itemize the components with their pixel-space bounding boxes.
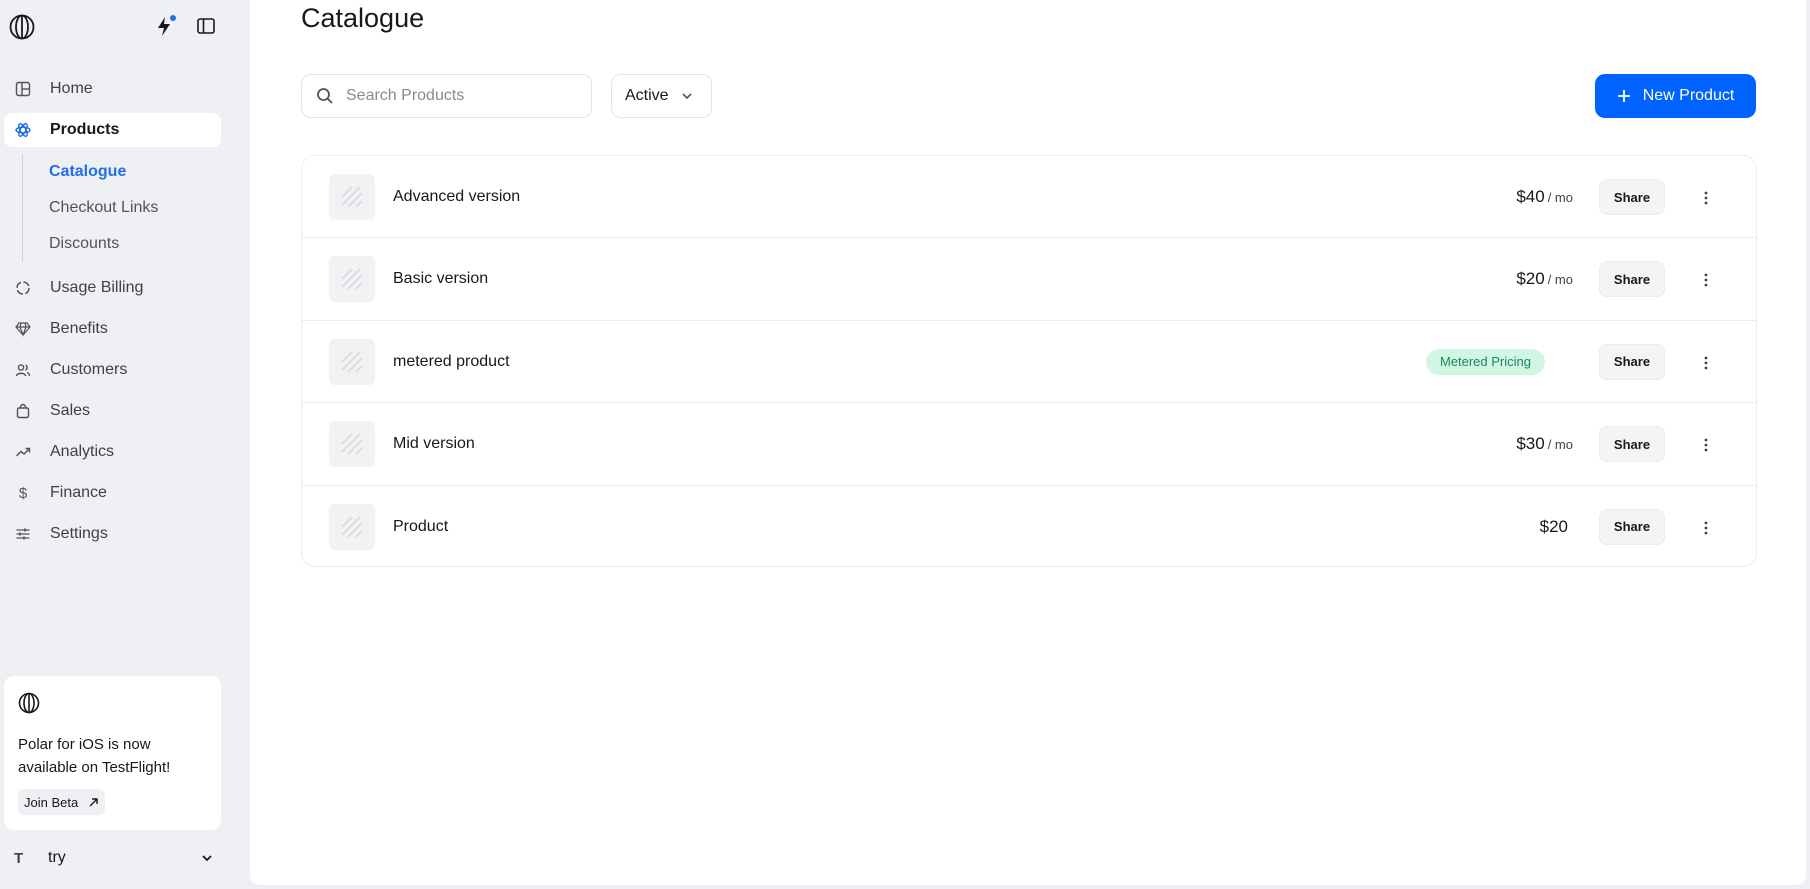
page-title: Catalogue — [301, 3, 425, 33]
promo-text: Polar for iOS is now available on TestFl… — [18, 736, 171, 776]
more-options-icon[interactable] — [1694, 351, 1718, 375]
sidebar-item-label: Settings — [50, 525, 108, 542]
product-row[interactable]: Advanced version $40/ mo Share — [302, 156, 1756, 239]
join-beta-button[interactable]: Join Beta — [18, 789, 106, 815]
metered-pricing-badge: Metered Pricing — [1425, 348, 1545, 375]
sidebar-item-label: Usage Billing — [50, 279, 144, 296]
status-filter-value: Active — [625, 87, 669, 104]
more-options-icon[interactable] — [1694, 186, 1718, 210]
price-period: / mo — [1547, 272, 1573, 288]
product-price: $20 — [1539, 486, 1568, 566]
sidebar-item-label: Customers — [50, 361, 128, 378]
account-avatar: T — [14, 849, 24, 867]
notification-dot — [170, 15, 176, 21]
search-icon — [317, 88, 333, 104]
sidebar-item-settings[interactable]: Settings — [4, 517, 221, 551]
account-switcher[interactable]: T try — [14, 846, 214, 870]
product-thumbnail-placeholder — [329, 256, 375, 303]
sidebar-item-label: Finance — [50, 484, 107, 501]
product-row[interactable]: Basic version $20/ mo Share — [302, 238, 1756, 321]
price-amount: $40 — [1516, 187, 1545, 206]
product-price: $30/ mo — [1516, 403, 1573, 485]
product-price: $20/ mo — [1516, 238, 1573, 320]
product-thumbnail-placeholder — [329, 503, 375, 550]
shopping-bag-icon — [14, 402, 32, 420]
sidebar-nav: Home Products Catalogue Checkout Links D… — [4, 72, 221, 558]
product-name[interactable]: Basic version — [393, 238, 488, 320]
polar-logo-icon[interactable] — [9, 14, 35, 40]
sidebar-item-analytics[interactable]: Analytics — [4, 435, 221, 469]
product-thumbnail-placeholder — [329, 338, 375, 385]
chevron-down-icon — [682, 93, 692, 100]
search-input[interactable] — [346, 87, 576, 105]
sliders-icon — [14, 525, 32, 543]
more-options-icon[interactable] — [1694, 268, 1718, 292]
sidebar-item-label: Benefits — [50, 320, 108, 337]
price-amount: $20 — [1516, 269, 1545, 289]
sidebar: Home Products Catalogue Checkout Links D… — [0, 0, 250, 889]
product-thumbnail-placeholder — [329, 174, 375, 220]
main-content: Catalogue Active New Product Advanced ve… — [250, 0, 1806, 885]
product-name[interactable]: metered product — [393, 321, 510, 403]
product-name[interactable]: Product — [393, 486, 448, 566]
price-period: / mo — [1547, 190, 1573, 205]
share-button[interactable]: Share — [1599, 508, 1665, 545]
sidebar-item-label: Products — [50, 121, 120, 138]
sidebar-toggle-icon[interactable] — [196, 16, 216, 36]
join-beta-label: Join Beta — [24, 794, 79, 810]
account-name: try — [48, 849, 66, 866]
subnav-item-checkout-links[interactable]: Checkout Links — [49, 190, 221, 226]
product-row[interactable]: Product $20 Share — [302, 486, 1756, 566]
sidebar-item-label: Analytics — [50, 443, 115, 460]
arrow-up-right-icon — [89, 797, 98, 806]
product-name[interactable]: Mid version — [393, 403, 475, 485]
polar-logo-icon — [18, 692, 40, 714]
price-amount: $30 — [1516, 434, 1545, 454]
more-options-icon[interactable] — [1694, 516, 1718, 540]
sidebar-item-usage-billing[interactable]: Usage Billing — [4, 271, 221, 305]
share-button[interactable]: Share — [1599, 343, 1665, 380]
users-icon — [14, 361, 32, 379]
share-button[interactable]: Share — [1599, 426, 1665, 463]
diamond-icon — [14, 320, 32, 338]
sidebar-item-sales[interactable]: Sales — [4, 394, 221, 428]
sidebar-item-finance[interactable]: $ Finance — [4, 476, 221, 510]
ios-promo-card: Polar for iOS is now available on TestFl… — [4, 676, 221, 830]
product-price: $40/ mo — [1516, 156, 1573, 238]
sidebar-item-customers[interactable]: Customers — [4, 353, 221, 387]
new-product-button[interactable]: New Product — [1595, 74, 1756, 118]
sidebar-item-label: Home — [50, 80, 93, 97]
sidebar-item-benefits[interactable]: Benefits — [4, 312, 221, 346]
sidebar-item-products[interactable]: Products — [4, 113, 221, 147]
subnav-item-discounts[interactable]: Discounts — [49, 226, 221, 262]
sidebar-item-home[interactable]: Home — [4, 72, 221, 106]
products-subnav: Catalogue Checkout Links Discounts — [22, 154, 221, 262]
trending-up-icon — [14, 443, 32, 461]
product-row[interactable]: Mid version $30/ mo Share — [302, 403, 1756, 486]
sidebar-item-label: Sales — [50, 402, 91, 419]
circle-dashed-icon — [14, 279, 32, 297]
dollar-icon: $ — [18, 484, 28, 502]
share-button[interactable]: Share — [1599, 261, 1665, 298]
status-filter-select[interactable]: Active — [611, 74, 712, 118]
search-box[interactable] — [301, 74, 592, 118]
new-product-label: New Product — [1642, 87, 1735, 104]
bolt-icon[interactable] — [154, 15, 176, 39]
sidebar-header — [0, 0, 250, 54]
more-options-icon[interactable] — [1694, 433, 1718, 457]
grid-icon — [14, 80, 32, 98]
price-period: / mo — [1547, 437, 1573, 453]
product-thumbnail-placeholder — [329, 421, 375, 468]
product-row[interactable]: metered product Metered Pricing Share — [302, 321, 1756, 404]
subnav-item-catalogue[interactable]: Catalogue — [49, 154, 221, 190]
product-list: Advanced version $40/ mo Share Basic ver… — [301, 155, 1757, 567]
product-name[interactable]: Advanced version — [393, 156, 520, 238]
chevron-down-icon — [202, 855, 212, 862]
price-amount: $20 — [1539, 516, 1568, 536]
plus-icon — [1617, 90, 1630, 102]
atom-icon — [14, 121, 32, 139]
share-button[interactable]: Share — [1599, 179, 1665, 215]
